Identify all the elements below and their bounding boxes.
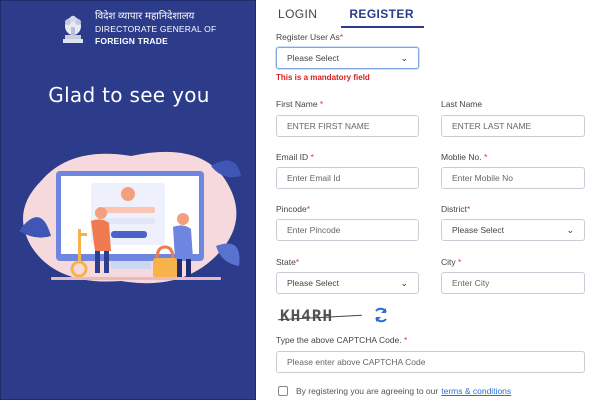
refresh-icon[interactable]	[372, 306, 390, 324]
state-value: Please Select	[287, 278, 339, 288]
chevron-down-icon: ⌄	[400, 52, 408, 63]
terms-checkbox[interactable]	[278, 386, 288, 396]
register-as-label-text: Register User As	[276, 32, 340, 42]
left-panel: विदेश व्यापार महानिदेशालय DIRECTORATE GE…	[0, 0, 256, 400]
first-name-placeholder: ENTER FIRST NAME	[287, 121, 370, 131]
captcha-image: KH4RH	[278, 306, 364, 328]
tab-login[interactable]: LOGIN	[274, 4, 321, 28]
mobile-input[interactable]: Enter Mobile No	[441, 167, 585, 189]
email-label-text: Email ID	[276, 152, 309, 162]
email-label: Email ID *	[276, 152, 314, 162]
first-name-label: First Name *	[276, 99, 323, 109]
consent-text: By registering you are agreeing to our	[296, 386, 439, 396]
register-as-error: This is a mandatory field	[276, 73, 370, 82]
auth-tabs: LOGIN REGISTER	[274, 4, 424, 28]
city-placeholder: Enter City	[452, 278, 490, 288]
mobile-label-text: Moblie No.	[441, 152, 482, 162]
required-mark: *	[306, 204, 311, 214]
register-as-label: Register User As*	[276, 32, 343, 42]
required-mark: *	[317, 99, 324, 109]
register-as-value: Please Select	[287, 53, 339, 63]
pincode-placeholder: Enter Pincode	[287, 225, 341, 235]
state-select[interactable]: Please Select ⌄	[276, 272, 419, 294]
first-name-label-text: First Name	[276, 99, 318, 109]
city-input[interactable]: Enter City	[441, 272, 585, 294]
last-name-label: Last Name	[441, 99, 482, 109]
district-label-text: District	[441, 204, 467, 214]
brand-text: विदेश व्यापार महानिदेशालय DIRECTORATE GE…	[95, 11, 216, 47]
last-name-placeholder: ENTER LAST NAME	[452, 121, 532, 131]
email-input[interactable]: Enter Email Id	[276, 167, 419, 189]
welcome-heading: Glad to see you	[48, 83, 210, 107]
terms-link[interactable]: terms & conditions	[441, 386, 511, 396]
required-mark: *	[481, 152, 488, 162]
brand-english-line2: FOREIGN TRADE	[95, 36, 168, 46]
national-emblem-icon	[63, 15, 83, 43]
registration-panel: LOGIN REGISTER Register User As* Please …	[256, 0, 600, 400]
last-name-label-text: Last Name	[441, 99, 483, 109]
district-select[interactable]: Please Select ⌄	[441, 219, 585, 241]
city-label: City *	[441, 257, 461, 267]
email-placeholder: Enter Email Id	[287, 173, 341, 183]
pincode-input[interactable]: Enter Pincode	[276, 219, 419, 241]
chevron-down-icon: ⌄	[566, 224, 574, 235]
required-mark: *	[308, 152, 314, 162]
mobile-placeholder: Enter Mobile No	[452, 173, 513, 183]
login-illustration	[19, 151, 241, 284]
first-name-input[interactable]: ENTER FIRST NAME	[276, 115, 419, 137]
required-mark: *	[401, 335, 408, 345]
brand: विदेश व्यापार महानिदेशालय DIRECTORATE GE…	[59, 11, 216, 47]
tab-register[interactable]: REGISTER	[341, 4, 424, 28]
consent-row: By registering you are agreeing to our t…	[278, 386, 511, 396]
last-name-input[interactable]: ENTER LAST NAME	[441, 115, 585, 137]
state-label-text: State	[276, 257, 296, 267]
captcha-placeholder: Please enter above CAPTCHA Code	[287, 357, 426, 367]
mobile-label: Moblie No. *	[441, 152, 487, 162]
required-mark: *	[466, 204, 471, 214]
state-label: State*	[276, 257, 299, 267]
required-mark: *	[455, 257, 462, 267]
district-value: Please Select	[452, 225, 504, 235]
captcha-input[interactable]: Please enter above CAPTCHA Code	[276, 351, 585, 373]
brand-hindi: विदेश व्यापार महानिदेशालय	[95, 11, 195, 22]
chevron-down-icon: ⌄	[400, 277, 408, 288]
brand-english-line1: DIRECTORATE GENERAL OF	[95, 24, 217, 34]
city-label-text: City	[441, 257, 456, 267]
pincode-label-text: Pincode	[276, 204, 307, 214]
captcha-label-text: Type the above CAPTCHA Code.	[276, 335, 402, 345]
required-mark: *	[339, 32, 344, 42]
district-label: District*	[441, 204, 470, 214]
register-as-select[interactable]: Please Select ⌄	[276, 47, 419, 69]
pincode-label: Pincode*	[276, 204, 310, 214]
captcha-label: Type the above CAPTCHA Code. *	[276, 335, 407, 345]
captcha-text: KH4RH	[280, 306, 334, 325]
required-mark: *	[295, 257, 300, 267]
